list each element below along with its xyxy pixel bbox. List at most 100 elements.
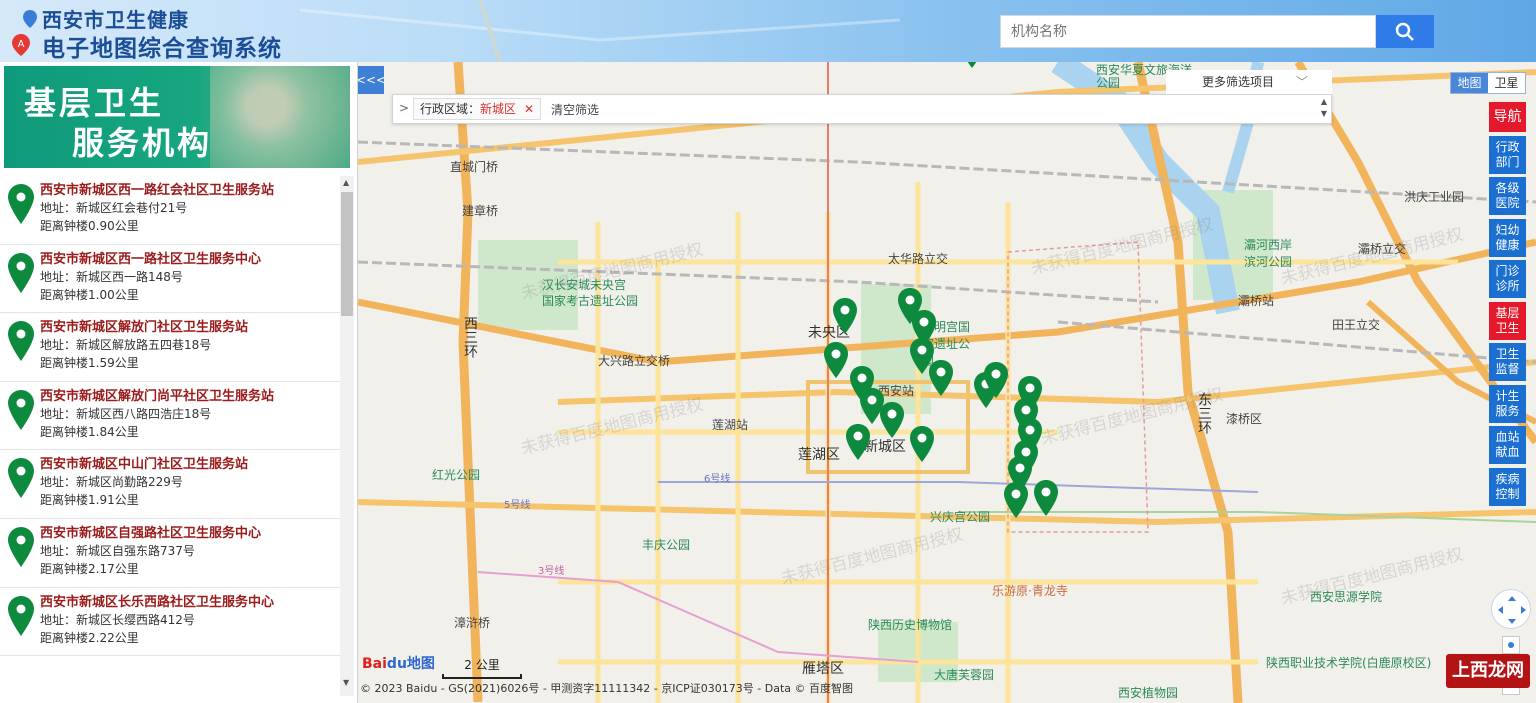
map-label: 3号线 — [538, 566, 565, 577]
category-health-supervision[interactable]: 卫生监督 — [1489, 343, 1526, 381]
facility-name[interactable]: 西安市新城区西一路社区卫生服务中心 — [40, 251, 340, 268]
locate-button[interactable] — [1502, 636, 1520, 654]
header-bar: A 西安市卫生健康 电子地图综合查询系统 — [0, 0, 1536, 62]
chevron-down-icon: ﹀ — [1296, 75, 1309, 89]
facility-address: 地址：新城区解放路五四巷18号 — [40, 338, 212, 353]
map-label: 未央区 — [808, 325, 850, 341]
map-type-toggle: 地图 卫星 — [1450, 72, 1526, 94]
map-canvas[interactable]: 未获得百度地图商用授权 未获得百度地图商用授权 未获得百度地图商用授权 未获得百… — [358, 62, 1536, 703]
scroll-down-arrow-icon[interactable]: ▼ — [343, 678, 349, 687]
banner-photo — [210, 66, 350, 168]
remove-filter-icon[interactable]: ✕ — [524, 102, 534, 116]
more-filters-dropdown[interactable]: 更多筛选项目 ﹀ — [1166, 70, 1332, 94]
marker-a-icon: A — [12, 34, 30, 56]
category-banner: 基层卫生 服务机构 — [4, 66, 350, 168]
facility-address: 地址：新城区红会巷付21号 — [40, 201, 188, 215]
scroll-thumb[interactable] — [341, 192, 353, 316]
map-label: 建章桥 — [462, 204, 499, 218]
category-blood-donation[interactable]: 血站献血 — [1489, 426, 1526, 464]
list-item[interactable]: 西安市新城区西一路红会社区卫生服务站 地址：新城区红会巷付21号 距离钟楼0.9… — [0, 176, 340, 245]
pan-control[interactable] — [1491, 589, 1531, 629]
category-clinics[interactable]: 门诊诊所 — [1489, 260, 1526, 298]
map-label: 汉长安城未央宫 — [542, 278, 627, 292]
app-title-line2: 电子地图综合查询系统 — [42, 36, 282, 62]
map-label: 直城门桥 — [450, 160, 499, 174]
clear-filter-link[interactable]: 清空筛选 — [551, 101, 599, 118]
list-item[interactable]: 西安市新城区西一路社区卫生服务中心 地址：新城区西一路148号 距离钟楼1.00… — [0, 245, 340, 314]
list-item[interactable]: 西安市新城区自强路社区卫生服务中心 地址：新城区自强东路737号 距离钟楼2.1… — [0, 519, 340, 588]
facility-name[interactable]: 西安市新城区长乐西路社区卫生服务中心 — [40, 594, 340, 611]
map-label: 兴庆宫公园 — [930, 510, 991, 524]
map-label: 太华路立交 — [888, 252, 949, 266]
scale-label: 2 公里 — [464, 658, 500, 672]
facility-name[interactable]: 西安市新城区自强路社区卫生服务中心 — [40, 525, 340, 542]
facility-distance: 距离钟楼1.00公里 — [40, 287, 139, 302]
category-family-planning[interactable]: 计生服务 — [1489, 384, 1526, 423]
locate-icon — [1508, 642, 1514, 648]
map-pin-icon — [8, 389, 34, 430]
search-input[interactable] — [1000, 15, 1376, 48]
map-label: 漳浒桥 — [454, 616, 491, 630]
category-maternal-child[interactable]: 妇幼健康 — [1489, 218, 1526, 257]
map-label: 国家考古遗址公园 — [542, 294, 639, 308]
list-item[interactable]: 西安市新城区长乐西路社区卫生服务中心 地址：新城区长缨西路412号 距离钟楼2.… — [0, 588, 340, 657]
svg-text:A: A — [18, 39, 25, 50]
facility-name[interactable]: 西安市新城区中山门社区卫生服务站 — [40, 456, 340, 473]
category-admin[interactable]: 行政部门 — [1489, 135, 1526, 174]
facility-distance: 距离钟楼2.22公里 — [40, 630, 139, 645]
facility-distance: 距离钟楼1.59公里 — [40, 356, 139, 371]
facility-distance: 距离钟楼1.91公里 — [40, 493, 139, 508]
category-primary-care[interactable]: 基层卫生 — [1489, 301, 1526, 340]
search-button[interactable] — [1376, 15, 1434, 48]
map-label: 灞桥站 — [1238, 294, 1275, 308]
collapse-panel-button[interactable]: <<< — [358, 66, 386, 94]
category-disease-control[interactable]: 疾病控制 — [1489, 467, 1526, 506]
map-label: 大唐芙蓉园 — [934, 668, 995, 682]
map-copyright: © 2023 Baidu - GS(2021)6026号 - 甲测资字11111… — [360, 682, 854, 695]
map-type-satellite[interactable]: 卫星 — [1488, 73, 1525, 93]
category-nav: 导航 行政部门 各级医院 妇幼健康 门诊诊所 基层卫生 卫生监督 计生服务 血站… — [1489, 102, 1526, 509]
map-label: 6号线 — [704, 474, 731, 485]
map-label: 5号线 — [504, 500, 531, 511]
map-label: 西安植物园 — [1118, 686, 1179, 700]
pan-arrows-icon — [1498, 596, 1526, 624]
list-item[interactable]: 西安市新城区解放门社区卫生服务站 地址：新城区解放路五四巷18号 距离钟楼1.5… — [0, 313, 340, 382]
map-label: 西安站 — [878, 384, 915, 398]
scale-bar — [442, 674, 522, 679]
map-label: 陕西职业技术学院(白鹿原校区) — [1266, 656, 1432, 670]
facility-name[interactable]: 西安市新城区解放门尚平社区卫生服务站 — [40, 388, 340, 405]
map-pin-icon — [8, 321, 34, 362]
site-watermark: 上西龙网 — [1446, 654, 1530, 688]
list-item[interactable]: 西安市新城区解放门尚平社区卫生服务站 地址：新城区西八路四浩庄18号 距离钟楼1… — [0, 382, 340, 451]
filter-tag-value: 新城区 — [480, 102, 517, 116]
location-pin-icon — [23, 10, 37, 28]
facility-name[interactable]: 西安市新城区西一路红会社区卫生服务站 — [40, 182, 340, 199]
map-label: 大兴路立交桥 — [598, 354, 671, 368]
map-scale: 2 公里 — [442, 656, 522, 679]
banner-title-line2: 服务机构 — [72, 124, 213, 162]
map-label: 丰庆公园 — [642, 538, 691, 552]
filter-scroll-arrows[interactable]: ▲ ▼ — [1316, 96, 1332, 122]
map-label: 陕西历史博物馆 — [868, 618, 953, 632]
scroll-up-arrow-icon[interactable]: ▲ — [343, 178, 349, 187]
map-pin-icon — [8, 458, 34, 499]
facility-name[interactable]: 西安市新城区解放门社区卫生服务站 — [40, 319, 340, 336]
facility-address: 地址：新城区西八路四浩庄18号 — [40, 406, 212, 421]
map-label: 西三环 — [462, 316, 478, 358]
facility-distance: 距离钟楼2.17公里 — [40, 561, 139, 576]
map-label: 漆桥区 — [1226, 412, 1263, 426]
filter-bar: > 行政区域：新城区 ✕ 清空筛选 — [392, 94, 1332, 124]
facility-address: 地址：新城区西一路148号 — [40, 269, 183, 284]
map-label: 雁塔区 — [802, 661, 844, 677]
facility-list: 西安市新城区西一路红会社区卫生服务站 地址：新城区红会巷付21号 距离钟楼0.9… — [0, 176, 340, 696]
chevron-right-icon[interactable]: > — [399, 101, 409, 115]
map-label: 灞河西岸滨河公园 — [1244, 238, 1293, 269]
list-scrollbar[interactable]: ▲ ▼ — [340, 176, 354, 696]
list-item[interactable]: 西安市新城区中山门社区卫生服务站 地址：新城区尚勤路229号 距离钟楼1.91公… — [0, 450, 340, 519]
facility-panel: 基层卫生 服务机构 西安市新城区西一路红会社区卫生服务站 地址：新城区红会巷付2… — [0, 62, 358, 703]
map-label: 大明宫国家遗址公园 — [922, 320, 971, 368]
baidu-logo-text: Bai — [362, 656, 387, 672]
map-type-map[interactable]: 地图 — [1451, 73, 1488, 93]
category-navigation[interactable]: 导航 — [1489, 102, 1526, 132]
category-hospitals[interactable]: 各级医院 — [1489, 177, 1526, 215]
